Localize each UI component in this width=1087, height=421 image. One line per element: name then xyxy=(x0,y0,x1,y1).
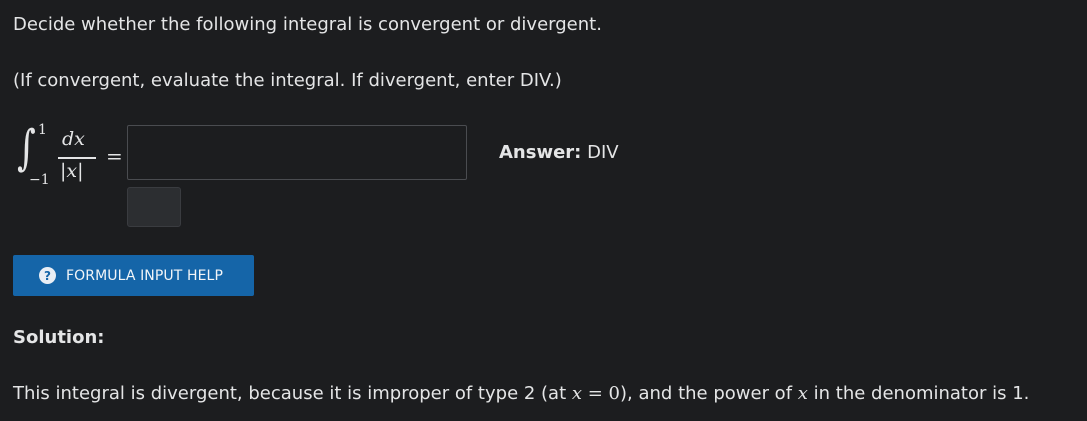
solution-math-equals: = 0 xyxy=(582,383,621,404)
question-mark-icon: ? xyxy=(39,267,56,284)
solution-heading: Solution: xyxy=(13,327,105,348)
answer-input[interactable] xyxy=(127,125,467,180)
fraction-bar xyxy=(58,157,96,159)
solution-text: This integral is divergent, because it i… xyxy=(13,383,1029,404)
integral-expression: ∫ 1 −1 dx |x| = xyxy=(14,118,124,198)
answer-preview-box xyxy=(127,187,181,227)
answer-value: DIV xyxy=(587,142,619,163)
integral-upper-limit: 1 xyxy=(38,122,47,138)
fraction-denominator: |x| xyxy=(60,160,84,182)
solution-text-part3: in the denominator is 1. xyxy=(807,383,1030,404)
equals-sign: = xyxy=(106,144,123,168)
question-instruction: (If convergent, evaluate the integral. I… xyxy=(13,70,562,91)
solution-text-part2: ), and the power of xyxy=(620,383,798,404)
integral-sign: ∫ xyxy=(17,120,36,176)
solution-math-eq: x = 0 xyxy=(572,383,620,404)
help-button-label: FORMULA INPUT HELP xyxy=(66,267,223,284)
solution-text-part1: This integral is divergent, because it i… xyxy=(13,383,572,404)
integral-lower-limit: −1 xyxy=(29,172,50,188)
denominator-variable: x xyxy=(66,160,78,182)
solution-math-var2: x xyxy=(797,383,808,404)
abs-right-bar: | xyxy=(77,160,84,182)
formula-input-help-button[interactable]: ? FORMULA INPUT HELP xyxy=(13,255,254,296)
question-panel: Decide whether the following integral is… xyxy=(0,0,1087,421)
answer-label: Answer: xyxy=(499,142,582,163)
solution-math-var1: x xyxy=(571,383,583,404)
answer-display: Answer: DIV xyxy=(499,142,619,163)
fraction-numerator: dx xyxy=(62,128,85,150)
question-prompt: Decide whether the following integral is… xyxy=(13,14,602,35)
